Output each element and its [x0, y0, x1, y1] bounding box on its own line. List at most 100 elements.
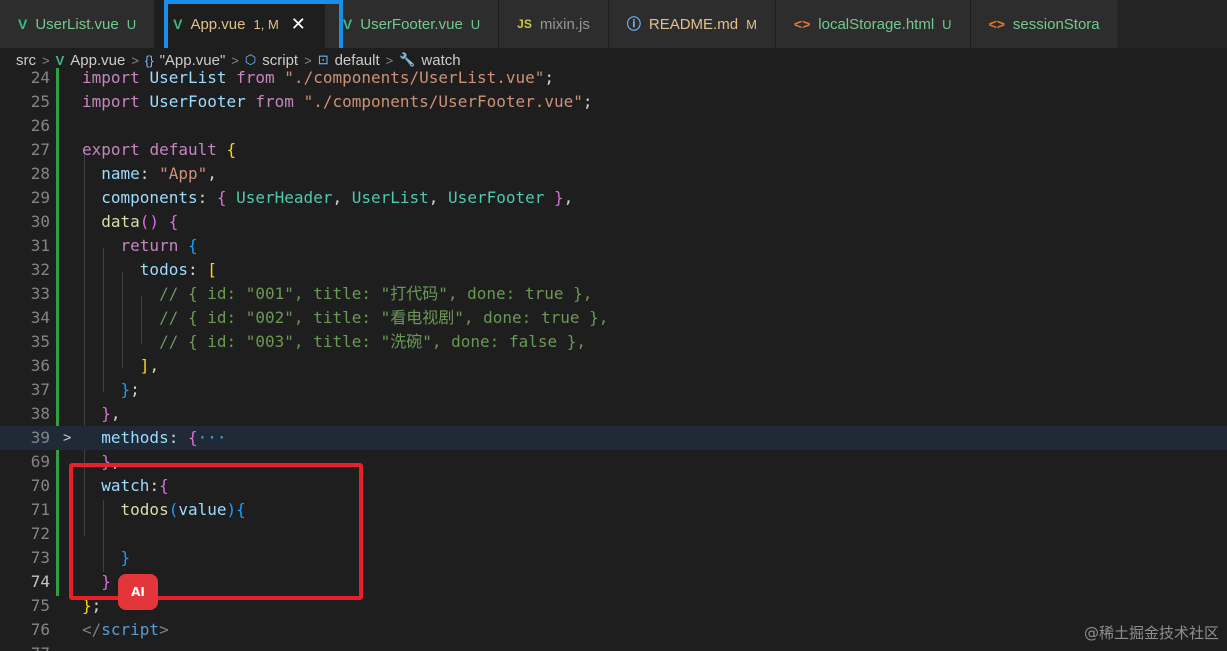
code-line: 75}; — [0, 594, 1227, 618]
tab-label: App.vue — [190, 15, 246, 33]
vue-icon: V — [173, 16, 183, 32]
token: "./components/UserList.vue" — [284, 68, 545, 87]
html-icon: <> — [988, 16, 1005, 32]
code-line: 36 ], — [0, 354, 1227, 378]
code-line: 27 export default { — [0, 138, 1227, 162]
breadcrumb-component[interactable]: "App.vue" — [160, 52, 226, 69]
token: UserFooter — [448, 188, 545, 207]
tab-localstorage-html[interactable]: <> localStorage.html U — [775, 0, 971, 48]
line-number: 69 — [30, 452, 50, 471]
watermark: @稀土掘金技术社区 — [1083, 624, 1219, 642]
token: : — [149, 476, 160, 495]
token: watch — [101, 476, 150, 495]
line-number: 37 — [30, 380, 50, 399]
line-number: 30 — [30, 212, 50, 231]
close-icon[interactable]: ✕ — [291, 14, 306, 35]
token: UserHeader — [236, 188, 333, 207]
token: todos — [120, 500, 169, 519]
comment: // { id: "001", title: "打代码", done: true… — [159, 284, 593, 303]
tab-readme-md[interactable]: ⓘ README.md M — [608, 0, 776, 48]
ai-assistant-badge[interactable]: AI — [118, 574, 158, 610]
tab-label: mixin.js — [539, 15, 590, 33]
token: [ — [207, 260, 217, 279]
token: todos — [139, 260, 188, 279]
tab-userfooter-vue[interactable]: V UserFooter.vue U — [324, 0, 500, 48]
code-line: 32 todos: [ — [0, 258, 1227, 282]
tab-app-vue[interactable]: V App.vue 1, M ✕ — [155, 0, 325, 48]
html-icon: <> — [793, 16, 811, 32]
token: ( — [168, 500, 179, 519]
code-line: 34 // { id: "002", title: "看电视剧", done: … — [0, 306, 1227, 330]
code-editor[interactable]: 24 import UserList from "./components/Use… — [0, 68, 1227, 651]
token: : — [168, 428, 188, 447]
module-icon: ⬡ — [244, 52, 257, 67]
token: : — [197, 188, 217, 207]
token: ] — [139, 356, 150, 375]
token: ; — [91, 596, 102, 615]
token: , — [207, 164, 217, 183]
breadcrumb-default[interactable]: default — [335, 52, 380, 69]
line-number: 26 — [30, 116, 50, 135]
token: { — [187, 428, 198, 447]
token: > — [159, 620, 169, 639]
tab-sessionstorage-html[interactable]: <> sessionStora — [970, 0, 1119, 48]
tab-label: localStorage.html — [818, 15, 935, 33]
wrench-icon: 🔧 — [399, 52, 416, 67]
token: { — [159, 476, 169, 495]
token: : — [187, 260, 208, 279]
chevron-right-icon: > — [385, 52, 394, 68]
code-line-folded[interactable]: 39 > methods: {··· — [0, 426, 1227, 450]
breadcrumb-script[interactable]: script — [262, 52, 298, 69]
tab-mixin-js[interactable]: JS mixin.js — [499, 0, 609, 48]
tab-git-status: U — [126, 16, 137, 32]
fold-ellipsis[interactable]: ··· — [198, 428, 227, 447]
breadcrumb-watch[interactable]: watch — [421, 52, 460, 69]
token: export — [82, 140, 150, 159]
code-line: 38 }, — [0, 402, 1227, 426]
token: import — [82, 68, 150, 87]
line-number: 73 — [30, 548, 50, 567]
comment: // { id: "003", title: "洗碗", done: false… — [159, 332, 587, 351]
token: } — [120, 548, 131, 567]
token: methods — [101, 428, 169, 447]
token: default — [149, 140, 227, 159]
token: , — [332, 188, 352, 207]
breadcrumb-file[interactable]: App.vue — [70, 52, 125, 69]
line-number: 77 — [0, 642, 50, 651]
token: UserFooter — [149, 92, 246, 111]
line-number: 32 — [30, 260, 50, 279]
token: value — [178, 500, 227, 519]
breadcrumb-src[interactable]: src — [16, 52, 36, 69]
code-line: 35 // { id: "003", title: "洗碗", done: fa… — [0, 330, 1227, 354]
comment: // { id: "002", title: "看电视剧", done: tru… — [159, 308, 609, 327]
code-line: 73 } — [0, 546, 1227, 570]
chevron-right-icon: > — [42, 52, 50, 68]
code-line: 31 return { — [0, 234, 1227, 258]
token: } — [101, 572, 111, 591]
javascript-icon: JS — [517, 17, 532, 31]
token: } — [120, 380, 131, 399]
line-number: 24 — [30, 68, 50, 87]
line-number: 36 — [30, 356, 50, 375]
object-icon: {} — [144, 52, 154, 68]
fold-chevron-icon[interactable]: > — [63, 426, 71, 450]
line-number: 25 — [30, 92, 50, 111]
token: , — [110, 404, 121, 423]
line-number: 75 — [30, 596, 50, 615]
tab-git-status: 1, M — [253, 16, 279, 32]
token: components — [101, 188, 198, 207]
vue-icon: V — [18, 16, 28, 32]
token: { — [216, 188, 237, 207]
line-number: 72 — [30, 524, 50, 543]
line-number: 35 — [30, 332, 50, 351]
token: { — [168, 212, 179, 231]
code-line: 33 // { id: "001", title: "打代码", done: t… — [0, 282, 1227, 306]
token: data — [101, 212, 140, 231]
token: ; — [582, 92, 593, 111]
code-line: 30 data() { — [0, 210, 1227, 234]
tab-label: UserList.vue — [35, 15, 119, 33]
vue-icon: V — [55, 52, 65, 68]
tab-userlist-vue[interactable]: V UserList.vue U — [0, 0, 156, 48]
token: : — [139, 164, 160, 183]
variable-icon: ⊡ — [317, 52, 329, 67]
